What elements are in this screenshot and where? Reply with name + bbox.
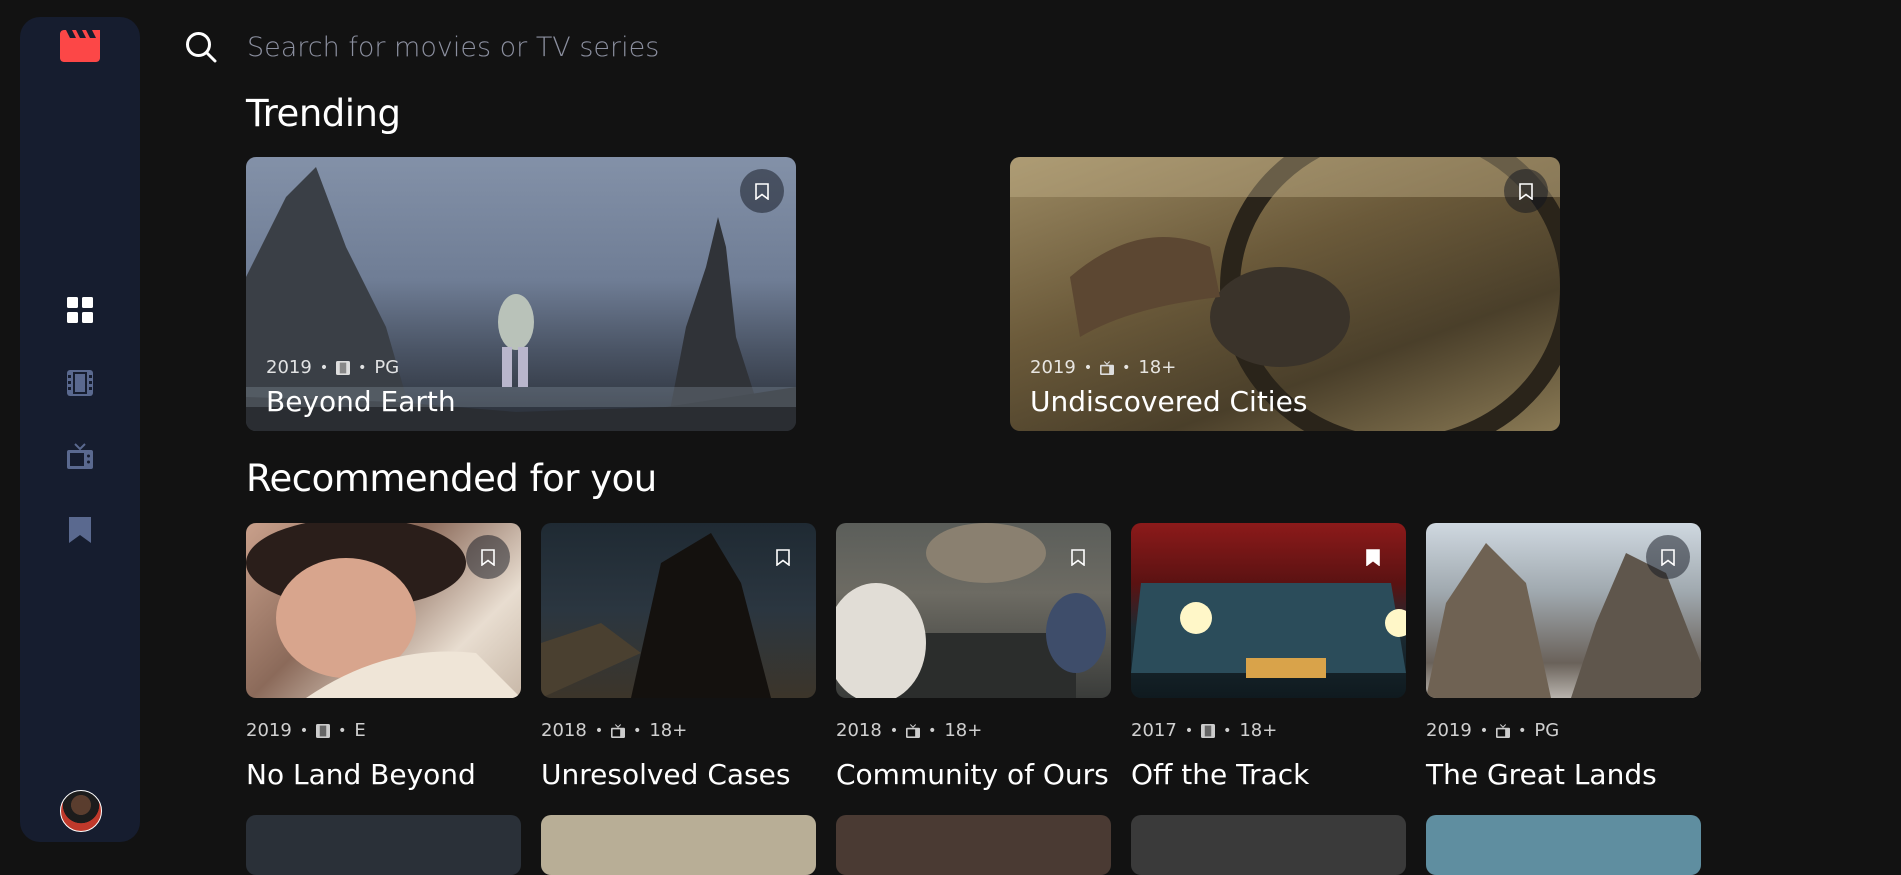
card-rating: PG [1534,720,1560,741]
meta-separator: • [633,722,642,739]
recommended-thumbnail-partial[interactable] [541,815,816,875]
card-rating: 18+ [649,720,688,741]
bookmark-empty-icon [755,182,769,200]
card-meta: 2019 • • 18+ [1030,357,1176,378]
meta-separator: • [1184,722,1194,739]
recommended-thumbnail-partial[interactable] [836,815,1111,875]
meta-separator: • [319,359,329,376]
meta-separator: • [594,722,604,739]
tv-category-icon [1100,360,1115,375]
bookmark-empty-icon [1071,548,1085,566]
card-title: The Great Lands [1426,758,1657,791]
app-logo-icon[interactable] [60,30,100,62]
bookmark-button[interactable] [1504,169,1548,213]
recommended-thumbnail[interactable] [541,523,816,698]
movie-category-icon [336,360,351,375]
card-title: No Land Beyond [246,758,476,791]
section-title-trending: Trending [246,92,401,135]
movie-category-icon [316,723,331,738]
card-year: 2017 [1131,720,1177,741]
tv-category-icon [611,723,626,738]
meta-separator: • [1083,359,1093,376]
bookmark-button[interactable] [1351,535,1395,579]
card-year: 2019 [246,720,292,741]
tv-category-icon [906,723,921,738]
meta-separator: • [1479,722,1489,739]
card-title: Unresolved Cases [541,758,791,791]
card-year: 2019 [266,357,312,378]
tv-series-icon [67,443,93,469]
card-meta: 2019 • • E [246,720,366,741]
card-meta: 2018 • • 18+ [836,720,982,741]
recommended-thumbnail[interactable] [1131,523,1406,698]
nav-bookmarks[interactable] [20,517,140,543]
search-bar [185,25,1085,69]
card-title: Beyond Earth [266,385,456,418]
meta-separator: • [338,722,347,739]
nav-tv-series[interactable] [20,443,140,469]
bookmark-button[interactable] [740,169,784,213]
bookmark-empty-icon [481,548,495,566]
section-title-recommended: Recommended for you [246,457,657,500]
trending-card-2[interactable]: 2019 • • 18+ Undiscovered Cities [1010,157,1560,431]
bookmark-empty-icon [1661,548,1675,566]
recommended-thumbnail-partial[interactable] [246,815,521,875]
card-rating: 18+ [1138,357,1177,378]
trending-card-1[interactable]: 2019 • • PG Beyond Earth [246,157,796,431]
card-year: 2018 [541,720,587,741]
nav-movies[interactable] [20,370,140,396]
meta-separator: • [1223,722,1232,739]
card-title: Off the Track [1131,758,1310,791]
meta-separator: • [1518,722,1527,739]
nav-home[interactable] [20,297,140,323]
bookmark-empty-icon [1519,182,1533,200]
meta-separator: • [889,722,899,739]
card-title: Undiscovered Cities [1030,385,1308,418]
sidebar [20,17,140,842]
bookmark-empty-icon [776,548,790,566]
recommended-thumbnail[interactable] [836,523,1111,698]
recommended-thumbnail[interactable] [1426,523,1701,698]
card-meta: 2018 • • 18+ [541,720,687,741]
bookmark-button[interactable] [1056,535,1100,579]
meta-separator: • [299,722,309,739]
movie-category-icon [1201,723,1216,738]
bookmark-full-icon [1366,548,1380,566]
recommended-thumbnail-partial[interactable] [1131,815,1406,875]
recommended-thumbnail-partial[interactable] [1426,815,1701,875]
card-rating: PG [374,357,400,378]
card-rating: 18+ [1239,720,1278,741]
search-input[interactable] [245,30,1049,64]
movies-icon [67,370,93,396]
tv-category-icon [1496,723,1511,738]
search-icon [186,32,217,63]
bookmark-button[interactable] [761,535,805,579]
card-meta: 2019 • • PG [1426,720,1559,741]
avatar[interactable] [60,790,102,832]
card-meta: 2019 • • PG [266,357,399,378]
bookmark-button[interactable] [466,535,510,579]
card-rating: 18+ [944,720,983,741]
card-year: 2019 [1030,357,1076,378]
meta-separator: • [928,722,937,739]
meta-separator: • [358,359,367,376]
meta-separator: • [1122,359,1131,376]
bookmark-button[interactable] [1646,535,1690,579]
card-rating: E [354,720,366,741]
card-year: 2018 [836,720,882,741]
home-grid-icon [67,297,93,323]
card-title: Community of Ours [836,758,1109,791]
card-meta: 2017 • • 18+ [1131,720,1277,741]
bookmarks-icon [69,517,91,543]
recommended-thumbnail[interactable] [246,523,521,698]
card-year: 2019 [1426,720,1472,741]
